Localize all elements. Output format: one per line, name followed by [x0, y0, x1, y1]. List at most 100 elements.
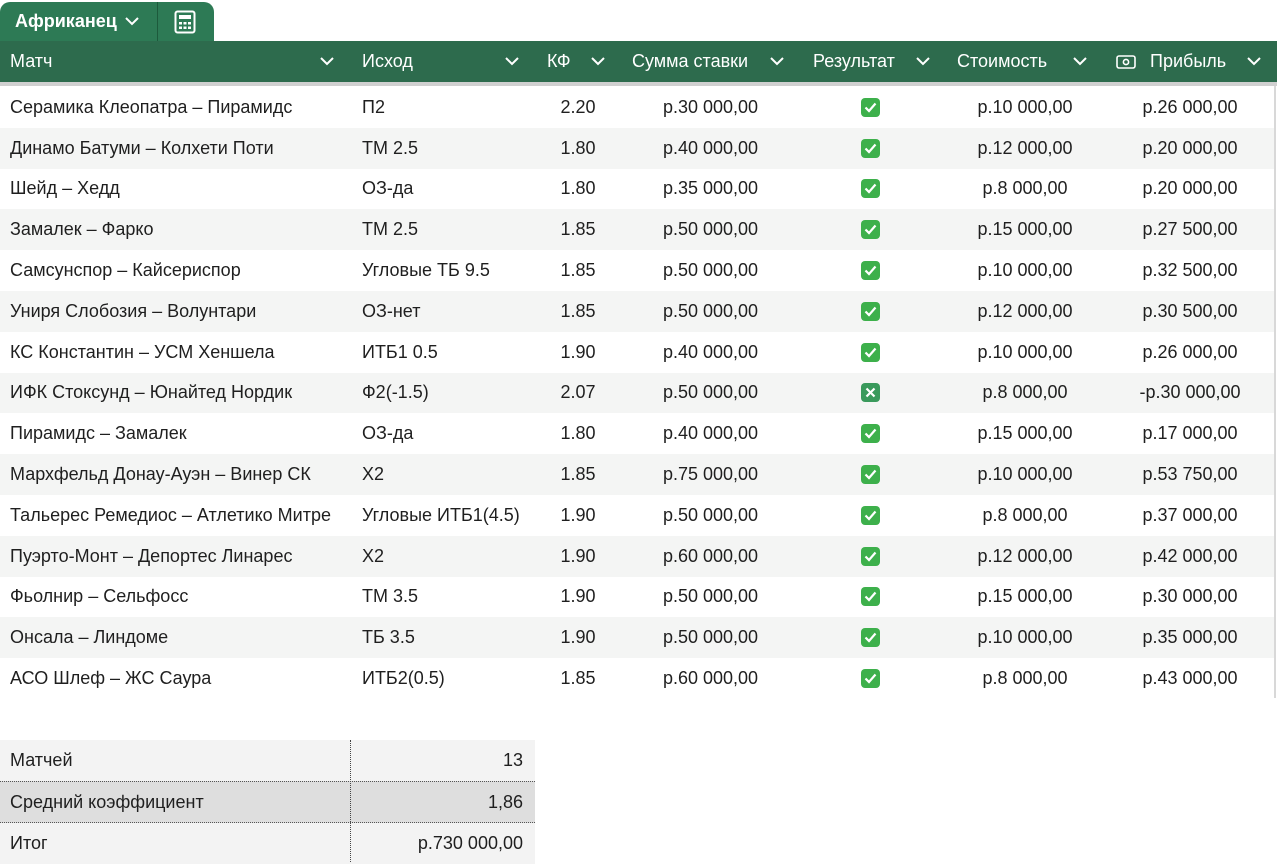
outcome-cell[interactable]: Ф2(-1.5): [362, 373, 429, 414]
cost-cell[interactable]: р.15 000,00: [945, 413, 1105, 454]
stake-cell[interactable]: р.60 000,00: [628, 658, 793, 699]
match-cell[interactable]: Шейд – Хедд: [10, 169, 120, 210]
kf-cell[interactable]: 1.90: [540, 577, 616, 618]
kf-cell[interactable]: 1.80: [540, 128, 616, 169]
cost-cell[interactable]: р.8 000,00: [945, 495, 1105, 536]
summary-value[interactable]: р.730 000,00: [418, 823, 523, 864]
kf-cell[interactable]: 1.85: [540, 209, 616, 250]
stake-cell[interactable]: р.50 000,00: [628, 250, 793, 291]
result-cell[interactable]: [845, 373, 895, 414]
outcome-cell[interactable]: ОЗ-нет: [362, 291, 420, 332]
table-row[interactable]: Динамо Батуми – Колхети Поти ТМ 2.5 1.80 р.…: [0, 127, 1274, 169]
match-cell[interactable]: Пирамидс – Замалек: [10, 413, 187, 454]
match-cell[interactable]: Динамо Батуми – Колхети Поти: [10, 128, 274, 169]
table-row[interactable]: АСО Шлеф – ЖС Саура ИТБ2(0.5) 1.85 р.60 000…: [0, 658, 1274, 699]
outcome-cell[interactable]: ИТБ1 0.5: [362, 332, 438, 373]
stake-cell[interactable]: р.75 000,00: [628, 454, 793, 495]
sheet-tab[interactable]: Африканец: [0, 2, 214, 41]
stake-cell[interactable]: р.50 000,00: [628, 209, 793, 250]
cost-cell[interactable]: р.10 000,00: [945, 87, 1105, 128]
cost-cell[interactable]: р.8 000,00: [945, 373, 1105, 414]
stake-cell[interactable]: р.35 000,00: [628, 169, 793, 210]
result-cell[interactable]: [845, 454, 895, 495]
result-cell[interactable]: [845, 577, 895, 618]
profit-cell[interactable]: р.26 000,00: [1105, 332, 1275, 373]
table-row[interactable]: Онсала – Линдоме ТБ 3.5 1.90 р.50 000,00 р.1…: [0, 617, 1275, 659]
profit-cell[interactable]: р.37 000,00: [1105, 495, 1275, 536]
stake-cell[interactable]: р.50 000,00: [628, 373, 793, 414]
cost-cell[interactable]: р.10 000,00: [945, 332, 1105, 373]
calculator-icon[interactable]: [172, 9, 198, 35]
stake-cell[interactable]: р.50 000,00: [628, 577, 793, 618]
kf-cell[interactable]: 1.85: [540, 658, 616, 699]
outcome-cell[interactable]: ОЗ-да: [362, 169, 413, 210]
result-cell[interactable]: [845, 87, 895, 128]
result-cell[interactable]: [845, 332, 895, 373]
cost-cell[interactable]: р.12 000,00: [945, 291, 1105, 332]
table-row[interactable]: Замалек – Фарко ТМ 2.5 1.85 р.50 000,00 р.15…: [0, 209, 1275, 251]
profit-cell[interactable]: р.26 000,00: [1105, 87, 1275, 128]
profit-cell[interactable]: р.30 000,00: [1105, 577, 1275, 618]
result-cell[interactable]: [845, 128, 895, 169]
outcome-cell[interactable]: ТМ 3.5: [362, 577, 418, 618]
table-row[interactable]: Шейд – Хедд ОЗ-да 1.80 р.35 000,00 р.8 000,0…: [0, 169, 1274, 210]
cost-cell[interactable]: р.10 000,00: [945, 617, 1105, 658]
result-cell[interactable]: [845, 536, 895, 577]
cost-cell[interactable]: р.15 000,00: [945, 577, 1105, 618]
match-cell[interactable]: ИФК Стоксунд – Юнайтед Нордик: [10, 373, 292, 414]
match-cell[interactable]: Тальерес Ремедиос – Атлетико Митре: [10, 495, 331, 536]
result-cell[interactable]: [845, 169, 895, 210]
col-header-profit[interactable]: Прибыль: [1150, 41, 1226, 82]
kf-cell[interactable]: 1.80: [540, 169, 616, 210]
result-cell[interactable]: [845, 658, 895, 699]
kf-cell[interactable]: 1.85: [540, 291, 616, 332]
summary-value[interactable]: 13: [503, 740, 523, 781]
kf-cell[interactable]: 1.85: [540, 454, 616, 495]
match-cell[interactable]: Мархфельд Донау-Ауэн – Винер СК: [10, 454, 311, 495]
stake-cell[interactable]: р.30 000,00: [628, 87, 793, 128]
profit-cell[interactable]: р.17 000,00: [1105, 413, 1275, 454]
table-row[interactable]: Пирамидс – Замалек ОЗ-да 1.80 р.40 000,00 р.…: [0, 413, 1274, 454]
chevron-down-icon[interactable]: [1070, 51, 1090, 71]
cost-cell[interactable]: р.12 000,00: [945, 128, 1105, 169]
col-header-match[interactable]: Матч: [10, 41, 52, 82]
stake-cell[interactable]: р.40 000,00: [628, 413, 793, 454]
match-cell[interactable]: АСО Шлеф – ЖС Саура: [10, 658, 211, 699]
profit-cell[interactable]: р.20 000,00: [1105, 169, 1275, 210]
kf-cell[interactable]: 1.90: [540, 536, 616, 577]
summary-row[interactable]: Матчей 13: [0, 740, 535, 781]
kf-cell[interactable]: 1.90: [540, 495, 616, 536]
chevron-down-icon[interactable]: [502, 51, 522, 71]
summary-row[interactable]: Итог р.730 000,00: [0, 823, 535, 864]
table-row[interactable]: Мархфельд Донау-Ауэн – Винер СК Х2 1.85 р.7…: [0, 454, 1274, 495]
match-cell[interactable]: Униря Слобозия – Волунтари: [10, 291, 256, 332]
result-cell[interactable]: [845, 495, 895, 536]
profit-cell[interactable]: -р.30 000,00: [1105, 373, 1275, 414]
table-row[interactable]: Тальерес Ремедиос – Атлетико Митре Угловы…: [0, 495, 1274, 536]
outcome-cell[interactable]: Х2: [362, 536, 384, 577]
col-header-kf[interactable]: КФ: [547, 41, 571, 82]
cost-cell[interactable]: р.10 000,00: [945, 454, 1105, 495]
profit-cell[interactable]: р.35 000,00: [1105, 617, 1275, 658]
profit-cell[interactable]: р.30 500,00: [1105, 291, 1275, 332]
outcome-cell[interactable]: Угловые ИТБ1(4.5): [362, 495, 520, 536]
result-cell[interactable]: [845, 617, 895, 658]
stake-cell[interactable]: р.40 000,00: [628, 332, 793, 373]
profit-cell[interactable]: р.32 500,00: [1105, 250, 1275, 291]
table-row[interactable]: Фьолнир – Сельфосс ТМ 3.5 1.90 р.50 000,00 р…: [0, 577, 1274, 618]
kf-cell[interactable]: 1.80: [540, 413, 616, 454]
outcome-cell[interactable]: ТМ 2.5: [362, 128, 418, 169]
kf-cell[interactable]: 2.20: [540, 87, 616, 128]
table-row[interactable]: Униря Слобозия – Волунтари ОЗ-нет 1.85 р.50…: [0, 290, 1275, 332]
profit-cell[interactable]: р.43 000,00: [1105, 658, 1275, 699]
chevron-down-icon[interactable]: [767, 51, 787, 71]
chevron-down-icon[interactable]: [121, 11, 143, 33]
stake-cell[interactable]: р.50 000,00: [628, 495, 793, 536]
chevron-down-icon[interactable]: [588, 51, 608, 71]
match-cell[interactable]: КС Константин – УСМ Хеншела: [10, 332, 275, 373]
profit-cell[interactable]: р.53 750,00: [1105, 454, 1275, 495]
stake-cell[interactable]: р.50 000,00: [628, 617, 793, 658]
match-cell[interactable]: Онсала – Линдоме: [10, 617, 168, 658]
col-header-outcome[interactable]: Исход: [362, 41, 413, 82]
profit-cell[interactable]: р.27 500,00: [1105, 209, 1275, 250]
